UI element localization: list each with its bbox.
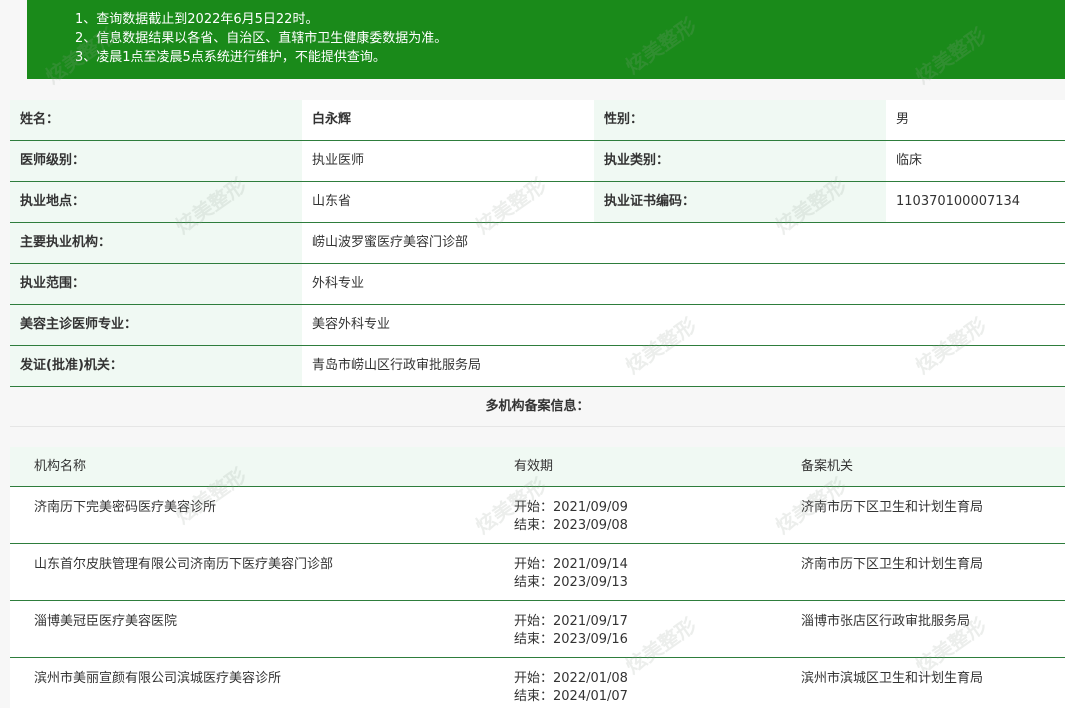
row-validity: 开始：2021/09/09 结束：2023/09/08 xyxy=(490,487,777,543)
row-org: 济南历下完美密码医疗美容诊所 xyxy=(34,500,217,515)
row-org: 山东首尔皮肤管理有限公司济南历下医疗美容门诊部 xyxy=(34,557,334,572)
name-value: 白永辉 xyxy=(302,100,594,140)
issuer-label: 发证(批准)机关： xyxy=(10,346,302,386)
info-row-issuer: 发证(批准)机关： 青岛市崂山区行政审批服务局 xyxy=(10,346,1065,387)
row-authority: 济南市历下区卫生和计划生育局 xyxy=(801,500,984,515)
category-value: 临床 xyxy=(886,141,1065,181)
row-validity: 开始：2021/09/17 结束：2023/09/16 xyxy=(490,601,777,657)
row-end: 结束：2023/09/16 xyxy=(514,632,628,647)
info-row-scope: 执业范围： 外科专业 xyxy=(10,264,1065,305)
table-row: 山东首尔皮肤管理有限公司济南历下医疗美容门诊部 开始：2021/09/14 结束… xyxy=(10,544,1065,601)
row-end: 结束：2024/01/07 xyxy=(514,689,628,704)
row-start: 开始：2021/09/14 xyxy=(514,557,628,572)
org-label: 主要执业机构： xyxy=(10,223,302,263)
cert-value: 110370100007134 xyxy=(886,182,1065,222)
row-validity: 开始：2021/09/14 结束：2023/09/13 xyxy=(490,544,777,600)
header-authority: 备案机关 xyxy=(801,459,854,474)
notice-line-2: 2、信息数据结果以各省、自治区、直辖市卫生健康委数据为准。 xyxy=(75,31,448,46)
header-validity: 有效期 xyxy=(514,459,554,474)
level-value: 执业医师 xyxy=(302,141,594,181)
row-org: 滨州市美丽宣颜有限公司滨城医疗美容诊所 xyxy=(34,671,282,686)
notice-line-1: 1、查询数据截止到2022年6月5日22时。 xyxy=(75,12,319,27)
multi-org-table: 机构名称 有效期 备案机关 济南历下完美密码医疗美容诊所 开始：2021/09/… xyxy=(10,447,1065,708)
row-start: 开始：2021/09/09 xyxy=(514,500,628,515)
header-org: 机构名称 xyxy=(34,459,87,474)
table-row: 济南历下完美密码医疗美容诊所 开始：2021/09/09 结束：2023/09/… xyxy=(10,487,1065,544)
level-label: 医师级别： xyxy=(10,141,302,181)
row-end: 结束：2023/09/13 xyxy=(514,575,628,590)
row-end: 结束：2023/09/08 xyxy=(514,518,628,533)
multi-org-title: 多机构备案信息： xyxy=(10,387,1065,427)
info-row-specialty: 美容主诊医师专业： 美容外科专业 xyxy=(10,305,1065,346)
specialty-label: 美容主诊医师专业： xyxy=(10,305,302,345)
scope-label: 执业范围： xyxy=(10,264,302,304)
gender-label: 性别： xyxy=(594,100,886,140)
scope-value: 外科专业 xyxy=(302,264,1065,304)
row-validity: 开始：2022/01/08 结束：2024/01/07 xyxy=(490,658,777,708)
name-label: 姓名： xyxy=(10,100,302,140)
row-authority: 淄博市张店区行政审批服务局 xyxy=(801,614,971,629)
specialty-value: 美容外科专业 xyxy=(302,305,1065,345)
notice-banner: 1、查询数据截止到2022年6月5日22时。 2、信息数据结果以各省、自治区、直… xyxy=(27,0,1065,79)
row-authority: 济南市历下区卫生和计划生育局 xyxy=(801,557,984,572)
row-start: 开始：2022/01/08 xyxy=(514,671,628,686)
location-label: 执业地点： xyxy=(10,182,302,222)
issuer-value: 青岛市崂山区行政审批服务局 xyxy=(302,346,1065,386)
row-authority: 滨州市滨城区卫生和计划生育局 xyxy=(801,671,984,686)
gender-value: 男 xyxy=(886,100,1065,140)
row-org: 淄博美冠臣医疗美容医院 xyxy=(34,614,178,629)
info-row-name: 姓名： 白永辉 性别： 男 xyxy=(10,100,1065,141)
row-start: 开始：2021/09/17 xyxy=(514,614,628,629)
table-header: 机构名称 有效期 备案机关 xyxy=(10,447,1065,487)
info-row-level: 医师级别： 执业医师 执业类别： 临床 xyxy=(10,141,1065,182)
category-label: 执业类别： xyxy=(594,141,886,181)
org-value: 崂山波罗蜜医疗美容门诊部 xyxy=(302,223,1065,263)
info-row-location: 执业地点： 山东省 执业证书编码： 110370100007134 xyxy=(10,182,1065,223)
info-row-org: 主要执业机构： 崂山波罗蜜医疗美容门诊部 xyxy=(10,223,1065,264)
table-row: 淄博美冠臣医疗美容医院 开始：2021/09/17 结束：2023/09/16 … xyxy=(10,601,1065,658)
table-row: 滨州市美丽宣颜有限公司滨城医疗美容诊所 开始：2022/01/08 结束：202… xyxy=(10,658,1065,708)
location-value: 山东省 xyxy=(302,182,594,222)
cert-label: 执业证书编码： xyxy=(594,182,886,222)
doctor-info-table: 姓名： 白永辉 性别： 男 医师级别： 执业医师 执业类别： 临床 执业地点： … xyxy=(10,100,1065,387)
notice-line-3: 3、凌晨1点至凌晨5点系统进行维护，不能提供查询。 xyxy=(75,50,386,65)
